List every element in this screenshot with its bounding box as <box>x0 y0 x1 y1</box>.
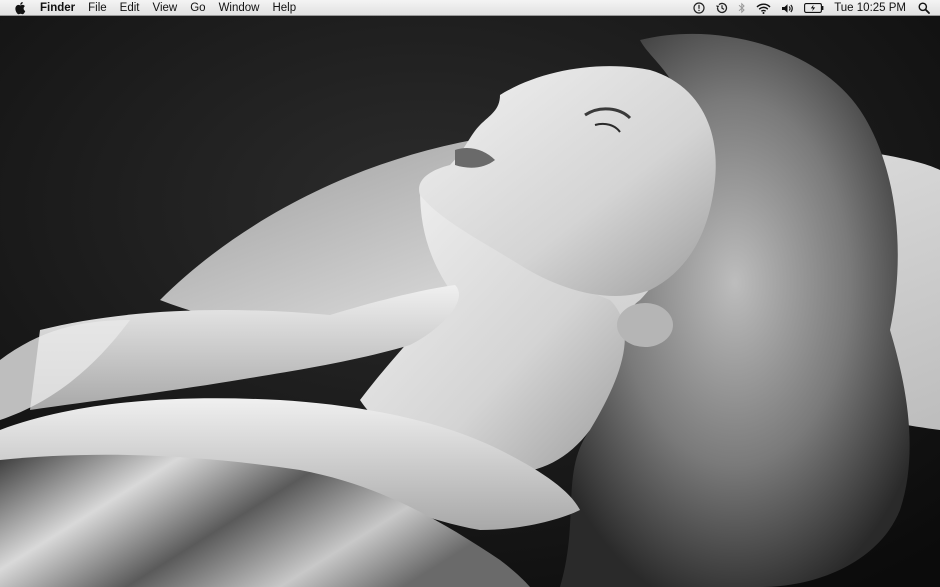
desktop-wallpaper <box>0 0 940 587</box>
volume-icon[interactable] <box>781 0 794 16</box>
menu-window[interactable]: Window <box>219 0 260 16</box>
menu-bar-extras: Tue 10:25 PM <box>693 0 940 16</box>
menu-bar: Finder File Edit View Go Window Help Tue… <box>0 0 940 16</box>
desktop: Finder File Edit View Go Window Help Tue… <box>0 0 940 587</box>
menu-go[interactable]: Go <box>190 0 205 16</box>
menu-bar-left: Finder File Edit View Go Window Help <box>0 0 309 16</box>
menu-view[interactable]: View <box>153 0 178 16</box>
apple-icon[interactable] <box>13 1 27 15</box>
wifi-icon[interactable] <box>756 0 771 16</box>
battery-icon[interactable] <box>804 0 824 16</box>
alert-icon[interactable] <box>693 0 705 16</box>
time-machine-icon[interactable] <box>715 0 728 16</box>
menu-help[interactable]: Help <box>272 0 296 16</box>
menu-file[interactable]: File <box>88 0 107 16</box>
spotlight-search-icon[interactable] <box>918 0 930 16</box>
menu-edit[interactable]: Edit <box>120 0 140 16</box>
bluetooth-icon[interactable] <box>738 0 746 16</box>
menu-clock[interactable]: Tue 10:25 PM <box>834 0 906 16</box>
menu-app-name[interactable]: Finder <box>40 0 75 16</box>
